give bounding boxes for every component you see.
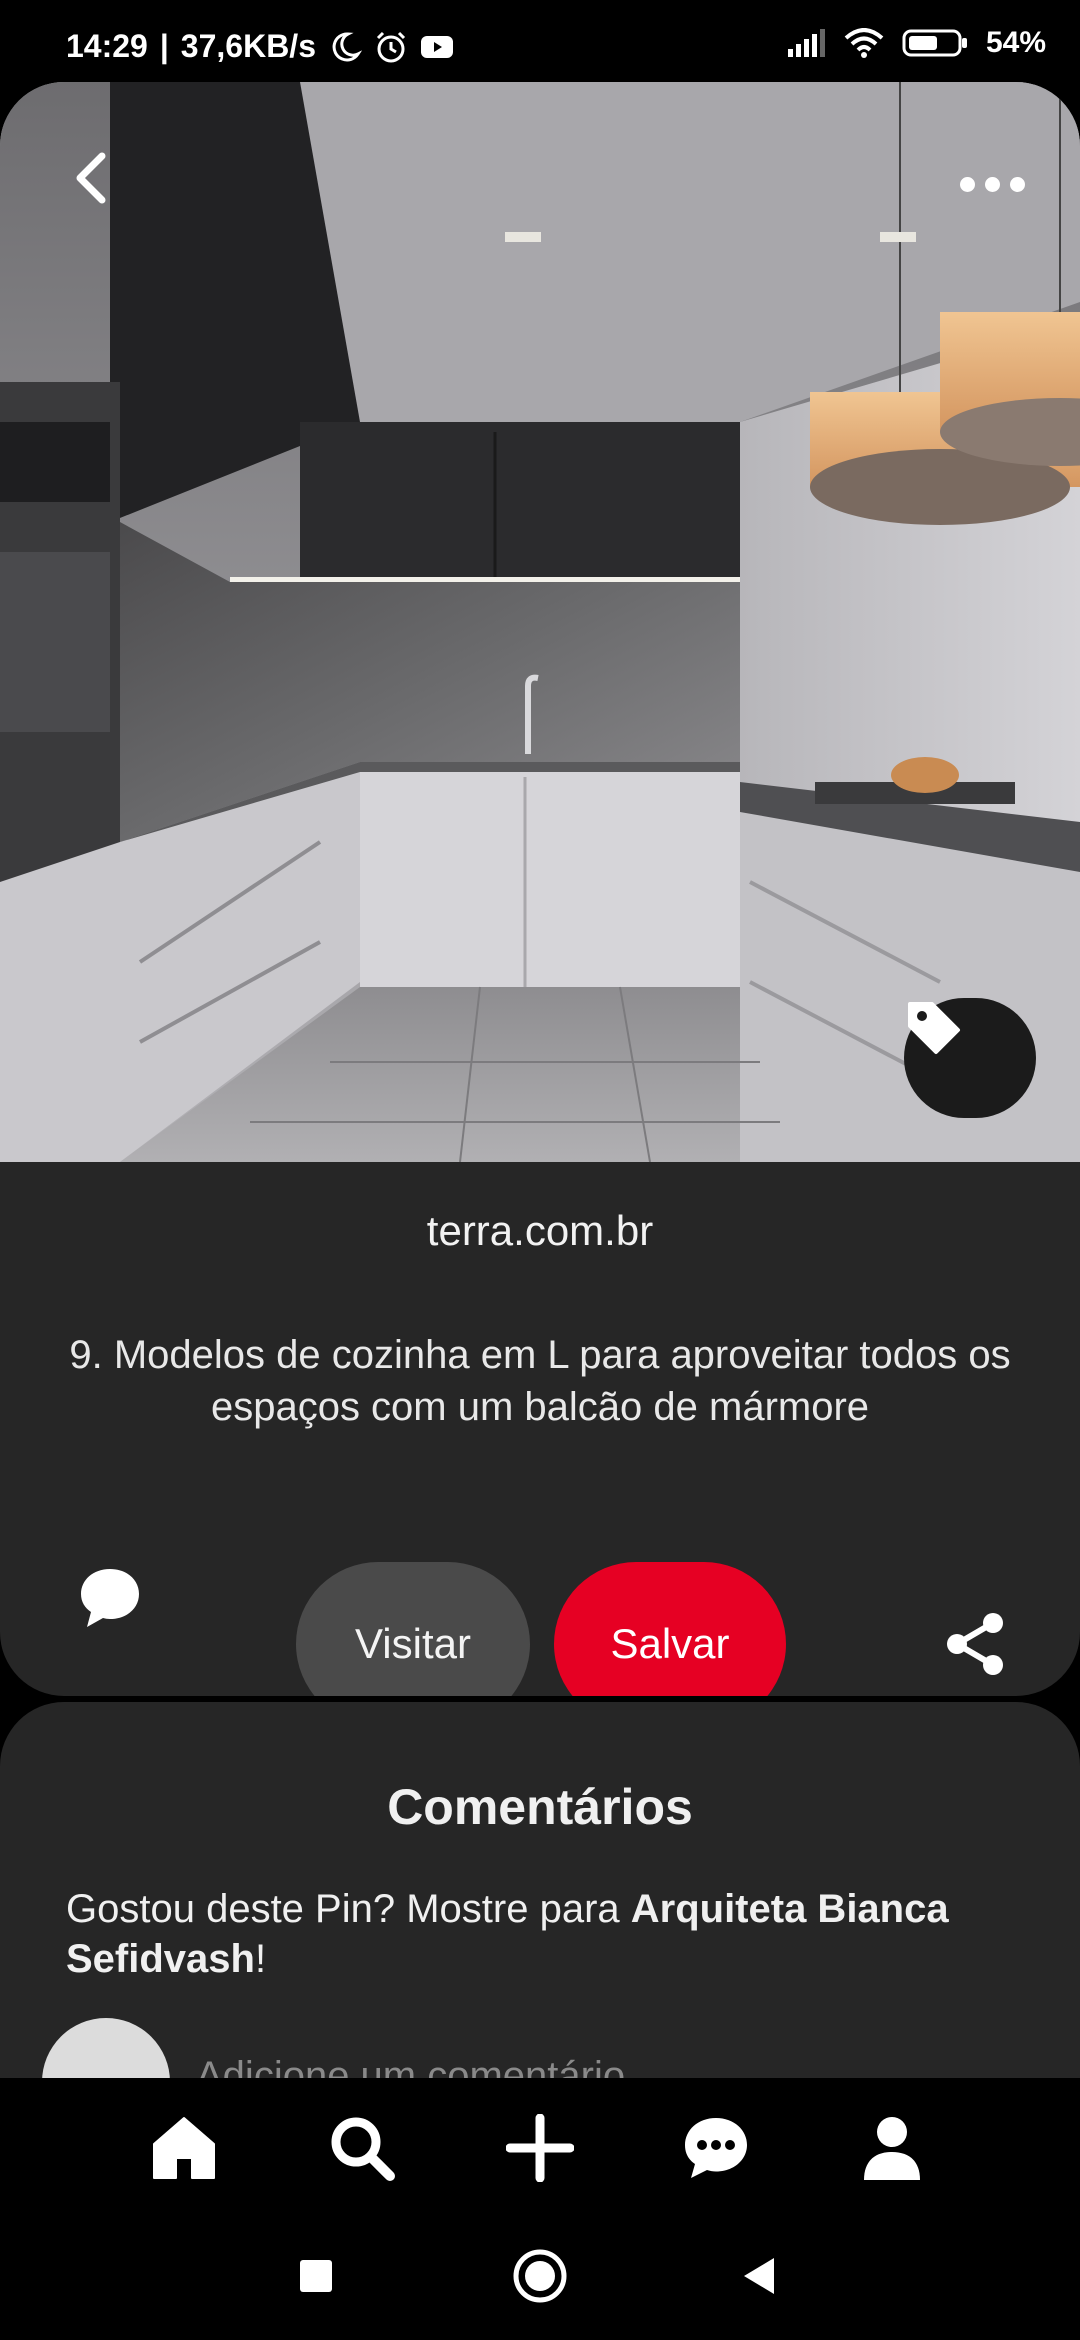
system-nav <box>0 2210 1080 2340</box>
battery-icon <box>902 29 967 57</box>
pin-description: 9. Modelos de cozinha em L para aproveit… <box>69 1333 1011 1429</box>
home-icon <box>153 2117 215 2179</box>
nav-profile[interactable] <box>852 2108 932 2188</box>
bottom-nav <box>0 2078 1080 2210</box>
home-circle-icon <box>513 2249 567 2303</box>
system-back-button[interactable] <box>730 2246 790 2306</box>
chat-icon <box>685 2118 747 2178</box>
speech-bubble-icon <box>81 1569 139 1627</box>
product-tag-button[interactable] <box>904 998 1036 1118</box>
pin-source[interactable]: terra.com.br <box>0 1207 1080 1255</box>
back-triangle-icon <box>744 2258 774 2294</box>
battery-percent: 54% <box>985 26 1046 59</box>
nav-create[interactable] <box>500 2108 580 2188</box>
status-time: 14:29 <box>66 28 148 64</box>
share-button[interactable] <box>940 1608 1012 1680</box>
tag-icon <box>908 1002 960 1054</box>
status-right: 54% <box>786 26 1046 60</box>
prompt-text: Gostou deste Pin? Mostre para <box>66 1887 631 1931</box>
status-separator: | <box>159 28 169 64</box>
comments-prompt: Gostou deste Pin? Mostre para Arquiteta … <box>66 1884 1026 1984</box>
plus-icon <box>506 2114 574 2182</box>
nav-search[interactable] <box>322 2108 402 2188</box>
share-icon <box>947 1613 1003 1675</box>
alarm-icon <box>376 31 406 62</box>
visit-button[interactable]: Visitar <box>296 1562 530 1696</box>
recents-icon <box>300 2260 332 2292</box>
status-speed: 37,6KB/s <box>180 28 316 64</box>
system-home-button[interactable] <box>510 2246 570 2306</box>
youtube-icon <box>420 35 453 58</box>
pin-image[interactable] <box>0 82 1080 1162</box>
profile-icon <box>864 2117 920 2180</box>
comment-button[interactable] <box>74 1562 146 1634</box>
chevron-left-icon <box>76 152 106 204</box>
recents-button[interactable] <box>286 2246 346 2306</box>
pin-card: terra.com.br 9. Modelos de cozinha em L … <box>0 82 1080 1696</box>
nav-messages[interactable] <box>676 2108 756 2188</box>
comments-title: Comentários <box>387 1779 693 1835</box>
save-button[interactable]: Salvar <box>554 1562 786 1696</box>
status-bar: 14:29 | 37,6KB/s 54% <box>0 0 1080 88</box>
moon-icon <box>332 31 362 61</box>
prompt-suffix: ! <box>254 1937 267 1981</box>
search-icon <box>331 2117 395 2181</box>
signal-icon <box>787 29 825 57</box>
nav-home[interactable] <box>144 2108 224 2188</box>
status-left: 14:29 | 37,6KB/s <box>66 28 454 65</box>
more-options-icon[interactable] <box>944 152 1040 216</box>
back-button[interactable] <box>72 152 136 216</box>
wifi-icon <box>844 28 884 58</box>
